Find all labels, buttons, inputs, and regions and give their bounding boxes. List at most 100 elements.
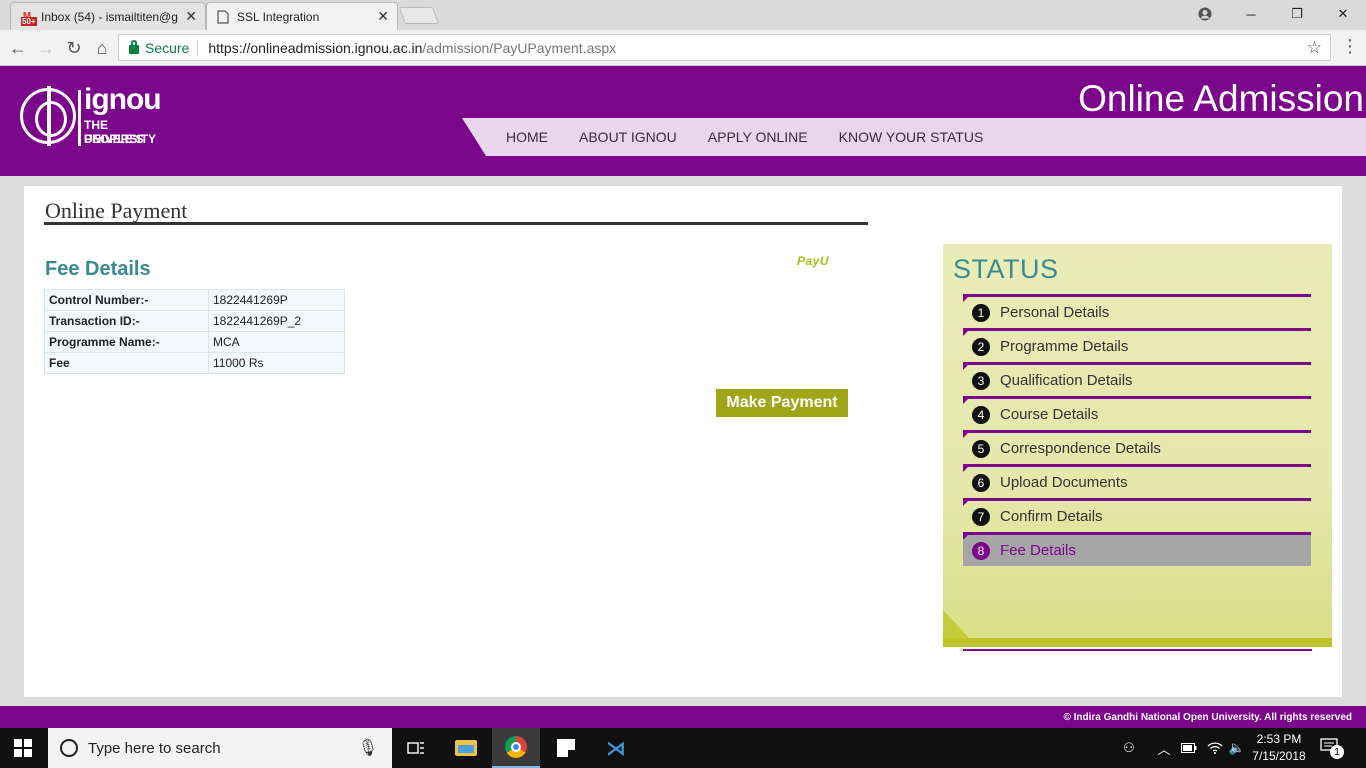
profile-icon[interactable]: [1182, 0, 1228, 28]
step-number: 1: [972, 303, 990, 322]
nav-know-your-status[interactable]: KNOW YOUR STATUS: [839, 129, 984, 145]
step-number: 8: [972, 541, 990, 560]
address-bar[interactable]: Secure https://onlineadmission.ignou.ac.…: [118, 34, 1331, 61]
action-center-icon[interactable]: 1: [1320, 738, 1346, 759]
secure-label: Secure: [145, 39, 199, 56]
status-step-programme-details[interactable]: 2 Programme Details: [963, 328, 1311, 362]
status-panel-footer: [943, 610, 1332, 651]
programme-name-value: MCA: [208, 331, 345, 353]
close-tab-icon[interactable]: ✕: [185, 8, 197, 25]
programme-name-label: Programme Name:-: [44, 331, 209, 353]
status-step-fee-details[interactable]: 8 Fee Details: [963, 532, 1311, 566]
logo-wordmark: ignou: [84, 83, 162, 116]
nav-apply-online[interactable]: APPLY ONLINE: [708, 129, 808, 145]
tab-title: Inbox (54) - ismailtiten@g: [41, 9, 178, 24]
chrome-icon[interactable]: [492, 728, 540, 768]
document-icon: [215, 9, 231, 25]
status-step-confirm-details[interactable]: 7 Confirm Details: [963, 498, 1311, 532]
cortana-icon: [60, 739, 78, 757]
step-label: Upload Documents: [1000, 474, 1128, 491]
content-panel: Online Payment Fee Details PayU Control …: [24, 186, 1342, 697]
ignou-logo[interactable]: ignou THE PEOPLE'S UNIVERSITY: [20, 83, 170, 148]
status-step-course-details[interactable]: 4 Course Details: [963, 396, 1311, 430]
step-number: 5: [972, 439, 990, 458]
copyright-text: © Indira Gandhi National Open University…: [1063, 711, 1352, 723]
step-label: Personal Details: [1000, 304, 1110, 321]
forward-arrow-icon[interactable]: →: [34, 36, 58, 60]
table-row: Transaction ID:- 1822441269P_2: [44, 310, 345, 332]
status-step-correspondence-details[interactable]: 5 Correspondence Details: [963, 430, 1311, 464]
site-title: Online Admission: [1078, 78, 1364, 119]
transaction-id-label: Transaction ID:-: [44, 310, 209, 332]
status-step-qualification-details[interactable]: 3 Qualification Details: [963, 362, 1311, 396]
site-footer: © Indira Gandhi National Open University…: [0, 706, 1366, 728]
status-step-personal-details[interactable]: 1 Personal Details: [963, 294, 1311, 328]
restore-icon[interactable]: ❐: [1274, 0, 1320, 28]
window-close-icon[interactable]: ✕: [1320, 0, 1366, 28]
nav-about-ignou[interactable]: ABOUT IGNOU: [579, 129, 677, 145]
volume-icon[interactable]: 🔈: [1226, 728, 1248, 768]
url-host: https://onlineadmission.ignou.ac.in: [208, 39, 423, 56]
logo-emblem-bar: [47, 86, 51, 146]
browser-menu-icon[interactable]: ⋮: [1340, 36, 1360, 57]
table-row: Control Number:- 1822441269P: [44, 289, 345, 311]
table-row: Fee 11000 Rs: [44, 352, 345, 374]
close-tab-icon[interactable]: ✕: [377, 8, 389, 25]
clock-time: 2:53 PM: [1256, 732, 1302, 746]
wifi-icon[interactable]: [1204, 728, 1226, 768]
battery-icon[interactable]: [1178, 728, 1200, 768]
step-number: 4: [972, 405, 990, 424]
home-icon[interactable]: ⌂: [90, 36, 114, 60]
task-view-icon[interactable]: [392, 728, 440, 768]
page-title: Online Payment: [45, 198, 188, 223]
step-label: Correspondence Details: [1000, 440, 1161, 457]
show-hidden-icons-chevron-icon[interactable]: ︿: [1154, 728, 1174, 768]
make-payment-button[interactable]: Make Payment: [716, 389, 848, 417]
logo-divider: [78, 90, 81, 146]
taskbar-search-box[interactable]: Type here to search 🎙: [48, 728, 392, 768]
windows-taskbar: Type here to search 🎙 ⋊ ⚇ ︿ 🔈 2:53 PM 7/…: [0, 728, 1366, 768]
status-steps: 1 Personal Details 2 Programme Details 3…: [963, 294, 1311, 566]
reload-icon[interactable]: ↻: [62, 36, 86, 60]
status-title: STATUS: [953, 254, 1059, 284]
lock-icon: [129, 39, 139, 54]
sticky-notes-icon[interactable]: [542, 728, 590, 768]
step-label: Fee Details: [1000, 542, 1076, 559]
decorative-bar: [943, 638, 1332, 647]
step-label: Qualification Details: [1000, 372, 1133, 389]
step-number: 7: [972, 507, 990, 526]
gmail-icon: M50+: [19, 9, 37, 26]
file-explorer-icon[interactable]: [442, 728, 490, 768]
nav-home[interactable]: HOME: [506, 129, 548, 145]
tab-ssl-integration[interactable]: SSL Integration ✕: [206, 2, 398, 30]
step-label: Programme Details: [1000, 338, 1129, 355]
step-label: Confirm Details: [1000, 508, 1103, 525]
step-label: Course Details: [1000, 406, 1099, 423]
fee-value: 11000 Rs: [208, 352, 345, 374]
title-divider: [44, 222, 868, 225]
status-step-upload-documents[interactable]: 6 Upload Documents: [963, 464, 1311, 498]
minimize-icon[interactable]: ─: [1228, 0, 1274, 28]
tab-title: SSL Integration: [237, 9, 320, 24]
control-number-label: Control Number:-: [44, 289, 209, 311]
browser-tab-bar: M50+ Inbox (54) - ismailtiten@g ✕ SSL In…: [0, 0, 1366, 30]
step-number: 3: [972, 371, 990, 390]
site-header: ignou THE PEOPLE'S UNIVERSITY Online Adm…: [0, 66, 1366, 176]
clock-date: 7/15/2018: [1252, 749, 1306, 763]
web-page: ignou THE PEOPLE'S UNIVERSITY Online Adm…: [0, 66, 1366, 728]
vscode-icon[interactable]: ⋊: [592, 728, 640, 768]
new-tab-button[interactable]: [398, 7, 440, 24]
step-number: 2: [972, 337, 990, 356]
windows-start-icon[interactable]: [14, 739, 32, 757]
decorative-corner: [943, 610, 971, 640]
back-arrow-icon[interactable]: ←: [6, 36, 30, 60]
transaction-id-value: 1822441269P_2: [208, 310, 345, 332]
browser-toolbar: ← → ↻ ⌂ Secure https://onlineadmission.i…: [0, 30, 1366, 66]
notification-count-badge: 1: [1330, 745, 1344, 759]
fee-details-title: Fee Details: [45, 258, 151, 280]
taskbar-clock[interactable]: 2:53 PM 7/15/2018: [1248, 731, 1310, 765]
microphone-icon[interactable]: 🎙: [358, 738, 378, 758]
people-icon[interactable]: ⚇: [1118, 728, 1140, 768]
tab-gmail-inbox[interactable]: M50+ Inbox (54) - ismailtiten@g ✕: [10, 2, 206, 30]
bookmark-star-icon[interactable]: ☆: [1307, 38, 1322, 58]
